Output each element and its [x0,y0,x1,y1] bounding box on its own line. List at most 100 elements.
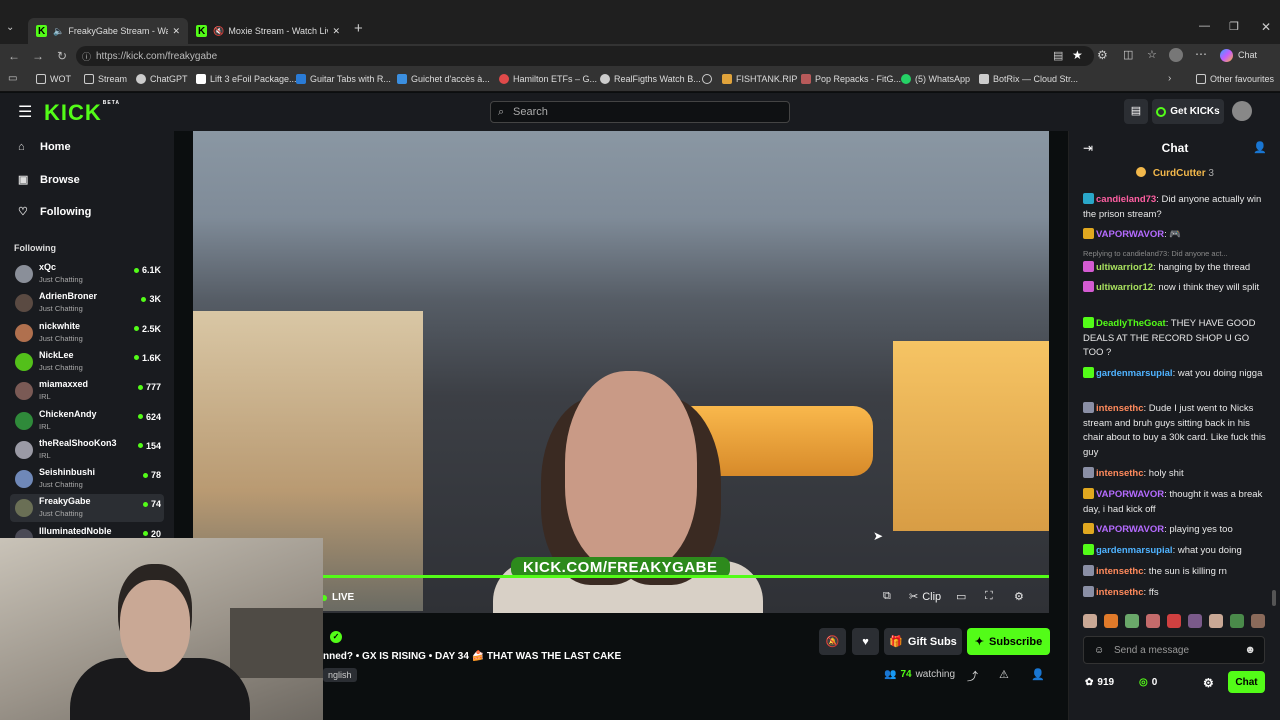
settings-gear-icon[interactable]: ⚙ [1014,590,1024,603]
chat-username[interactable]: gardenmarsupial [1096,368,1173,379]
chat-username[interactable]: intensethc [1096,403,1144,414]
sidebar-item-browse[interactable]: ▣ Browse [18,173,80,187]
close-window-icon[interactable]: ✕ [1261,20,1271,34]
bookmark-fishtank[interactable]: FISHTANK.RIP [722,74,797,84]
tab-freakygabe[interactable]: K 🔈 FreakyGabe Stream - Watch Li... ✕ [28,18,188,44]
restore-icon[interactable]: ❐ [1229,20,1239,33]
chat-username[interactable]: VAPORWAVOR [1096,229,1164,240]
chat-username[interactable]: candieland73 [1096,194,1156,205]
clip-button[interactable]: ✂ Clip [909,590,941,604]
refresh-icon[interactable]: ↻ [52,49,72,63]
following-channel[interactable]: theRealShooKon3 IRL 154 [10,436,164,464]
chat-username[interactable]: ultiwarrior12 [1096,262,1153,273]
recent-emote-icon[interactable] [1230,614,1244,628]
reader-icon[interactable]: ▤ [1053,49,1063,62]
subscribe-button[interactable]: ✦ Subscribe [967,628,1050,655]
profile-icon[interactable] [1169,48,1183,62]
favorite-star-icon[interactable]: ★ [1072,48,1083,62]
more-options-icon[interactable]: ⋯ [1195,47,1207,61]
new-tab-button[interactable]: + [354,20,363,37]
kicks-balance[interactable]: ◎ 0 [1139,677,1157,688]
tab-moxie[interactable]: K 🔇 Moxie Stream - Watch Live o... ✕ [188,18,348,44]
extensions-icon[interactable]: ⚙ [1097,48,1108,62]
bookmark-guichet[interactable]: Guichet d'accès à... [397,74,490,84]
bookmark-wot[interactable]: WOT [36,74,71,84]
chat-send-button[interactable]: Chat [1228,671,1265,693]
picture-in-picture-icon[interactable]: ⧉ [883,590,891,603]
theater-mode-icon[interactable]: ▭ [956,590,966,603]
gift-subs-button[interactable]: 🎁 Gift Subs [884,628,962,655]
pinned-leaderboard[interactable]: CurdCutter 3 [1069,167,1280,179]
url-field[interactable]: ⓘ https://kick.com/freakygabe [76,46,1094,66]
chat-settings-icon[interactable]: ⚙ [1203,676,1214,690]
copilot-icon[interactable] [1220,49,1233,62]
following-channel[interactable]: FreakyGabe Just Chatting 74 [10,494,164,523]
chat-username[interactable]: gardenmarsupial [1096,545,1173,556]
bookmark-whatsapp[interactable]: (5) WhatsApp [901,74,970,84]
emoji-icon[interactable]: ☻ [1244,644,1256,656]
bookmark-guitar[interactable]: Guitar Tabs with R... [296,74,391,84]
browser-chat-label[interactable]: Chat [1238,50,1257,60]
bookmark-lift[interactable]: Lift 3 eFoil Package... [196,74,297,84]
bookmark-stream[interactable]: Stream [84,74,127,84]
bookmark-hamilton[interactable]: Hamilton ETFs – G... [499,74,597,84]
dashboard-icon[interactable]: ▤ [1124,99,1148,124]
get-kicks-button[interactable]: Get KICKs [1152,99,1224,124]
chat-scrollbar[interactable] [1272,590,1276,606]
recent-emote-icon[interactable] [1146,614,1160,628]
back-icon[interactable]: ← [4,49,24,63]
chat-username[interactable]: intensethc [1096,587,1144,598]
share-icon[interactable]: ⤴ [967,668,978,684]
close-tab-icon[interactable]: ✕ [332,26,340,37]
bookmark-realfights[interactable]: RealFigths Watch B... [600,74,701,84]
recent-emote-icon[interactable] [1125,614,1139,628]
forward-icon[interactable]: → [28,49,48,63]
chat-username[interactable]: VAPORWAVOR [1096,524,1164,535]
chat-reply-reference[interactable]: Replying to candieland73: Did anyone act… [1083,249,1267,258]
minimize-icon[interactable]: — [1199,20,1210,32]
fullscreen-icon[interactable]: ⛶ [985,590,993,603]
kick-logo[interactable]: KICKBETA [44,100,120,126]
bookmark-globe[interactable] [702,74,716,84]
following-channel[interactable]: ChickenAndy IRL 624 [10,407,164,435]
language-tag[interactable]: nglish [323,668,357,682]
recent-emote-icon[interactable] [1251,614,1265,628]
tab-list-menu-icon[interactable]: ⌄ [6,22,14,33]
chat-username[interactable]: ultiwarrior12 [1096,282,1153,293]
following-channel[interactable]: Seishinbushi Just Chatting 78 [10,465,164,493]
chat-username[interactable]: DeadlyTheGoat [1096,318,1166,329]
sidebar-item-following[interactable]: ♡ Following [18,205,91,219]
report-icon[interactable]: ⚠ [999,668,1009,681]
hamburger-menu-icon[interactable]: ☰ [18,102,32,122]
notifications-off-button[interactable]: 🔕 [819,628,846,655]
following-channel[interactable]: AdrienBroner Just Chatting 3K [10,289,164,317]
chat-username[interactable]: intensethc [1096,468,1144,479]
bookmark-pop-repacks[interactable]: Pop Repacks - FitG... [801,74,901,84]
recent-emote-icon[interactable] [1083,614,1097,628]
split-screen-icon[interactable]: ◫ [1123,48,1133,61]
user-info-icon[interactable]: 👤 [1031,668,1045,681]
following-channel[interactable]: miamaxxed IRL 777 [10,377,164,405]
chat-username[interactable]: intensethc [1096,566,1144,577]
search-input[interactable]: ⌕ Search [490,101,790,123]
sidebar-item-home[interactable]: ⌂ Home [18,141,71,153]
close-tab-icon[interactable]: ✕ [172,26,180,37]
chevron-right-icon[interactable]: › [1168,73,1171,84]
user-avatar[interactable] [1232,101,1252,121]
recent-emote-icon[interactable] [1188,614,1202,628]
follow-heart-button[interactable]: ♥ [852,628,879,655]
bookmark-botrix[interactable]: BotRix — Cloud Str... [979,74,1078,84]
recent-emote-icon[interactable] [1209,614,1223,628]
chat-username[interactable]: VAPORWAVOR [1096,489,1164,500]
recent-emote-icon[interactable] [1167,614,1181,628]
following-channel[interactable]: xQc Just Chatting 6.1K [10,260,164,288]
channel-points[interactable]: ✿ 919 [1085,677,1114,688]
following-channel[interactable]: NickLee Just Chatting 1.6K [10,348,164,376]
reading-list-icon[interactable]: ▭ [8,73,17,84]
bookmark-chatgpt[interactable]: ChatGPT [136,74,188,84]
favorites-icon[interactable]: ☆ [1147,48,1157,61]
following-channel[interactable]: nickwhite Just Chatting 2.5K [10,319,164,347]
recent-emote-icon[interactable] [1104,614,1118,628]
chat-users-icon[interactable]: 👤 [1253,141,1267,154]
site-info-icon[interactable]: ⓘ [82,50,91,63]
